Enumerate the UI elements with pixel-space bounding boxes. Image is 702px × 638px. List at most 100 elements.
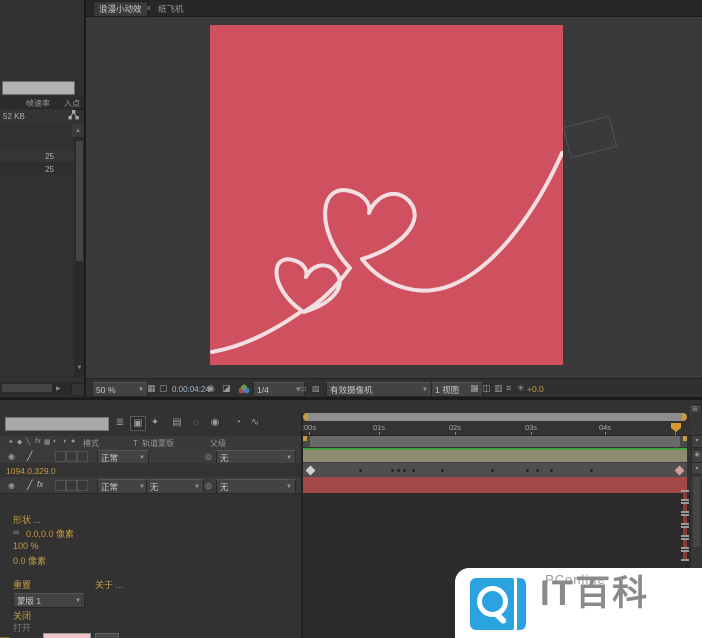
property-value[interactable]: 0.0 像素	[13, 554, 46, 567]
effect-option-closed[interactable]: 关闭	[13, 611, 31, 622]
switch-box[interactable]	[55, 480, 66, 491]
collapse-column-icon[interactable]: ◆	[17, 438, 22, 446]
shy-column-icon[interactable]: ✦	[8, 438, 14, 446]
video-eye-icon[interactable]: ◉	[8, 481, 15, 491]
draft-3d-icon[interactable]: ▣	[130, 416, 146, 431]
viewer-area[interactable]	[86, 17, 702, 378]
effect-option-open[interactable]: 打开	[13, 623, 31, 634]
keyframe-ibeam[interactable]	[681, 523, 689, 525]
marker-down-button[interactable]: ▾	[691, 435, 702, 448]
time-ruler[interactable]	[303, 421, 692, 436]
scrollbar-thumb[interactable]	[76, 141, 83, 261]
effect-path-dropdown[interactable]: 蒙版 1 ▼	[13, 593, 85, 608]
quality-icon[interactable]: ╱	[27, 451, 32, 461]
column-divider[interactable]	[58, 96, 59, 109]
fast-previews-icon[interactable]: ≡	[506, 383, 511, 393]
brainstorm-icon[interactable]: ◉	[208, 416, 222, 429]
show-snapshot-icon[interactable]: ◪	[222, 383, 231, 394]
project-row-footage[interactable]: 52 KB	[0, 109, 74, 122]
keyframe-ibeam[interactable]	[681, 559, 689, 561]
keyframe-dot[interactable]	[536, 469, 539, 472]
tab-second-composition[interactable]: 纸飞机	[158, 4, 184, 15]
quality-column-icon[interactable]: ╲	[26, 438, 30, 446]
zoombar-right-handle[interactable]	[682, 413, 687, 421]
parent-pickwhip-icon[interactable]: ◎	[205, 481, 212, 491]
keyframe-ibeam[interactable]	[683, 504, 687, 511]
column-inpoint[interactable]: 入点	[64, 98, 80, 109]
column-framerate[interactable]: 帧速率	[26, 98, 50, 109]
keyframe-dot[interactable]	[590, 469, 593, 472]
timeline-column-divider[interactable]	[301, 413, 303, 638]
grid-guides-options-icon[interactable]: ▦	[147, 383, 156, 394]
right-arrow-icon[interactable]: ▶	[56, 385, 61, 392]
region-of-interest-icon[interactable]: ▭	[299, 384, 307, 394]
keyframe-dot[interactable]	[397, 469, 400, 472]
viewer-timecode[interactable]: 0:00:04:24	[172, 384, 210, 395]
effects-fx-icon[interactable]: fx	[37, 480, 43, 490]
project-row-comp2[interactable]: 25	[0, 162, 74, 175]
zoombar-left-handle[interactable]	[303, 413, 308, 421]
column-parent[interactable]: 父级	[210, 438, 226, 449]
switch-box[interactable]	[55, 451, 66, 462]
mini-flowchart-icon[interactable]: ≣	[113, 416, 127, 429]
three-d-column-icon[interactable]: ●	[71, 438, 75, 445]
motion-blur-icon[interactable]: ◌	[189, 416, 203, 429]
current-time-field[interactable]	[5, 417, 109, 431]
project-panel-footer-field[interactable]	[2, 81, 75, 95]
parent-pickwhip-icon[interactable]: ◎	[205, 452, 212, 462]
video-eye-icon[interactable]: ◉	[8, 452, 15, 462]
tab-close-icon[interactable]: ×	[146, 3, 151, 14]
keyframe-dot[interactable]	[391, 469, 394, 472]
layer2-duration-bar[interactable]	[303, 477, 687, 494]
keyframe-ibeam[interactable]	[683, 516, 687, 523]
magnification-dropdown[interactable]: 50 % ▼	[92, 382, 148, 397]
switch-box[interactable]	[77, 480, 88, 491]
project-row-comp1[interactable]: 25	[0, 149, 74, 162]
keyframe-diamond-start[interactable]	[306, 466, 316, 476]
hide-shy-layers-icon[interactable]: ✦	[148, 416, 162, 429]
effect-color-swatch[interactable]	[43, 633, 91, 638]
keyframe-dot[interactable]	[441, 469, 444, 472]
view-layout-icon[interactable]: ▦	[470, 383, 479, 394]
column-mode[interactable]: 模式	[83, 438, 99, 449]
keyframe-ibeam[interactable]	[681, 511, 689, 513]
keyframe-ibeam[interactable]	[683, 528, 687, 535]
camera-toggle-button[interactable]: ◉	[691, 449, 702, 463]
tab-active-composition[interactable]: 浪漫小动效	[93, 1, 148, 17]
work-area-bar[interactable]	[303, 436, 687, 447]
project-horizontal-scrollbar[interactable]: ▶	[0, 382, 85, 395]
show-channels-icon[interactable]	[238, 384, 250, 394]
keyframe-diamond-end[interactable]	[675, 466, 685, 476]
graph-editor-icon[interactable]: ∿	[248, 416, 262, 429]
snapshot-icon[interactable]: ◉	[207, 383, 215, 394]
keyframe-dot[interactable]	[403, 469, 406, 472]
resolution-dropdown[interactable]: 1/4 ▼	[253, 382, 305, 397]
position-value[interactable]: 1094.0,329.0	[6, 466, 56, 477]
keyframe-ibeam[interactable]	[681, 535, 689, 537]
exposure-value[interactable]: +0.0	[527, 384, 544, 395]
quality-icon[interactable]: ╱	[27, 480, 32, 490]
timeline-zoom-scrollbar[interactable]	[303, 413, 687, 421]
switch-box[interactable]	[66, 480, 77, 491]
keyframe-ibeam[interactable]	[681, 499, 689, 501]
composition-canvas[interactable]	[210, 25, 563, 365]
transparency-grid-icon[interactable]: ▨	[312, 384, 320, 394]
keyframe-dot[interactable]	[550, 469, 553, 472]
effects-column-icon[interactable]: fx	[35, 438, 40, 445]
project-scroll-up-button[interactable]: ▲	[72, 124, 84, 137]
effect-about-link[interactable]: 关于 ...	[95, 580, 123, 591]
property-value[interactable]: 形状 ...	[13, 513, 41, 526]
layer2-parent-dropdown[interactable]: 无 ▼	[216, 479, 296, 494]
paper-plane-layer-outline[interactable]	[563, 116, 617, 159]
exposure-icon[interactable]: ✳	[517, 383, 525, 393]
pixel-aspect-correction-icon[interactable]: ▥	[494, 383, 503, 394]
share-view-icon[interactable]: ◫	[482, 383, 491, 394]
property-row-position[interactable]: 1094.0,329.0	[0, 463, 303, 477]
effect-reset-link[interactable]: 重置	[13, 580, 31, 591]
keyframe-dot[interactable]	[359, 469, 362, 472]
keyframe-ibeam[interactable]	[683, 552, 687, 559]
property-value[interactable]: 100 %	[13, 541, 39, 551]
frame-blend-icon[interactable]: ▤	[170, 416, 184, 429]
layer2-trkmat-dropdown[interactable]: 无 ▼	[146, 479, 204, 494]
marker-up-button[interactable]: ▴	[691, 462, 702, 475]
